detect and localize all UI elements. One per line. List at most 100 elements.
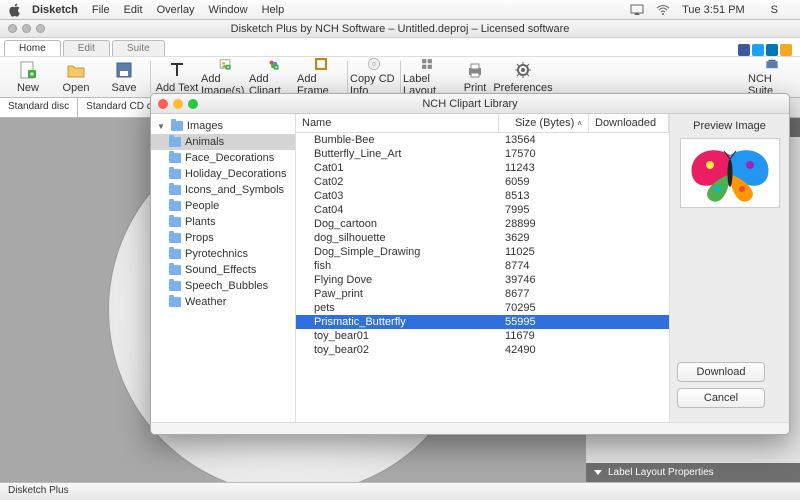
menu-edit[interactable]: Edit [124, 4, 143, 16]
clock[interactable]: Tue 3:51 PM [682, 4, 745, 16]
tree-item-people[interactable]: People [151, 198, 295, 214]
folder-icon [169, 249, 181, 259]
file-row[interactable]: Prismatic_Butterfly55995 [296, 315, 669, 329]
file-row[interactable]: fish8774 [296, 259, 669, 273]
folder-icon [169, 201, 181, 211]
menu-file[interactable]: File [92, 4, 110, 16]
folder-icon [169, 233, 181, 243]
tree-item-face_decorations[interactable]: Face_Decorations [151, 150, 295, 166]
menubar: Disketch File Edit Overlay Window Help T… [0, 0, 800, 20]
layout-icon [417, 57, 437, 71]
wifi-icon[interactable] [656, 5, 670, 15]
preview-label: Preview Image [676, 120, 783, 132]
tree-item-holiday_decorations[interactable]: Holiday_Decorations [151, 166, 295, 182]
download-button[interactable]: Download [677, 362, 765, 382]
new-button[interactable]: New [4, 57, 52, 97]
new-icon [18, 60, 38, 80]
tree-item-props[interactable]: Props [151, 230, 295, 246]
save-button[interactable]: Save [100, 57, 148, 97]
dialog-close-icon[interactable] [158, 99, 168, 109]
layout-button[interactable]: Label Layout [403, 57, 451, 97]
file-list[interactable]: Name Size (Bytes) ˄ Downloaded Bumble-Be… [296, 114, 669, 422]
print-button[interactable]: Print [451, 57, 499, 97]
print-icon [465, 60, 485, 80]
file-row[interactable]: Flying Dove39746 [296, 273, 669, 287]
folder-icon [169, 137, 181, 147]
cd-button[interactable]: Copy CD Info [350, 57, 398, 97]
text-button[interactable]: Add Text [153, 57, 201, 97]
tree-root[interactable]: Images [151, 118, 295, 134]
file-row[interactable]: toy_bear0242490 [296, 343, 669, 357]
doctab-disc[interactable]: Standard disc [0, 98, 78, 117]
folder-icon [171, 121, 183, 131]
clipart-button[interactable]: Add Clipart [249, 57, 297, 97]
tab-home[interactable]: Home [4, 40, 61, 56]
file-row[interactable]: toy_bear0111679 [296, 329, 669, 343]
tree-item-speech_bubbles[interactable]: Speech_Bubbles [151, 278, 295, 294]
file-row[interactable]: Paw_print8677 [296, 287, 669, 301]
dialog-minimize-icon[interactable] [173, 99, 183, 109]
twitter-icon[interactable] [752, 44, 764, 56]
butterfly-icon [685, 143, 775, 203]
minimize-icon[interactable] [22, 24, 31, 33]
folder-icon [169, 153, 181, 163]
airplay-icon[interactable] [630, 4, 644, 16]
category-tree[interactable]: ImagesAnimalsFace_DecorationsHoliday_Dec… [151, 114, 296, 422]
menu-window[interactable]: Window [208, 4, 247, 16]
folder-icon [169, 281, 181, 291]
image-button[interactable]: Add Image(s) [201, 57, 249, 97]
file-row[interactable]: Cat0111243 [296, 161, 669, 175]
file-row[interactable]: Cat038513 [296, 189, 669, 203]
frame-button[interactable]: Add Frame [297, 57, 345, 97]
panel-layout[interactable]: Label Layout Properties [586, 463, 800, 482]
prefs-icon [513, 60, 533, 80]
file-row[interactable]: Cat026059 [296, 175, 669, 189]
tree-item-sound_effects[interactable]: Sound_Effects [151, 262, 295, 278]
tab-edit[interactable]: Edit [63, 40, 110, 56]
file-row[interactable]: Dog_cartoon28899 [296, 217, 669, 231]
scrollbar-horizontal[interactable] [151, 422, 789, 434]
tree-item-pyrotechnics[interactable]: Pyrotechnics [151, 246, 295, 262]
folder-icon [169, 297, 181, 307]
menu-help[interactable]: Help [262, 4, 285, 16]
folder-icon [169, 265, 181, 275]
tree-item-icons_and_symbols[interactable]: Icons_and_Symbols [151, 182, 295, 198]
file-row[interactable]: Bumble-Bee13564 [296, 133, 669, 147]
suite-button[interactable]: NCH Suite [748, 57, 796, 97]
col-name[interactable]: Name [296, 114, 499, 132]
cd-icon [364, 57, 384, 71]
dialog-zoom-icon[interactable] [188, 99, 198, 109]
folder-icon [169, 185, 181, 195]
facebook-icon[interactable] [738, 44, 750, 56]
app-name[interactable]: Disketch [32, 4, 78, 16]
folder-icon [169, 169, 181, 179]
suite-icon [762, 57, 782, 71]
file-row[interactable]: Dog_Simple_Drawing11025 [296, 245, 669, 259]
toolbar: NewOpenSaveAdd TextAdd Image(s)Add Clipa… [0, 56, 800, 98]
file-row[interactable]: pets70295 [296, 301, 669, 315]
tab-suite[interactable]: Suite [112, 40, 165, 56]
frame-icon [311, 57, 331, 71]
col-size[interactable]: Size (Bytes) ˄ [499, 114, 589, 132]
close-icon[interactable] [8, 24, 17, 33]
prefs-button[interactable]: Preferences [499, 57, 547, 97]
col-downloaded[interactable]: Downloaded [589, 114, 669, 132]
cancel-button[interactable]: Cancel [677, 388, 765, 408]
tree-item-weather[interactable]: Weather [151, 294, 295, 310]
tree-item-animals[interactable]: Animals [151, 134, 295, 150]
file-row[interactable]: dog_silhouette3629 [296, 231, 669, 245]
menu-overlay[interactable]: Overlay [157, 4, 195, 16]
file-row[interactable]: Butterfly_Line_Art17570 [296, 147, 669, 161]
window-titlebar: Disketch Plus by NCH Software – Untitled… [0, 20, 800, 38]
user-menu[interactable]: S [771, 4, 778, 16]
open-button[interactable]: Open [52, 57, 100, 97]
linkedin-icon[interactable] [766, 44, 778, 56]
column-headers[interactable]: Name Size (Bytes) ˄ Downloaded [296, 114, 669, 133]
dialog-titlebar: NCH Clipart Library [151, 94, 789, 114]
zoom-icon[interactable] [36, 24, 45, 33]
file-row[interactable]: Cat047995 [296, 203, 669, 217]
share-icon[interactable] [780, 44, 792, 56]
tree-item-plants[interactable]: Plants [151, 214, 295, 230]
apple-icon[interactable] [8, 3, 22, 17]
save-icon [114, 60, 134, 80]
